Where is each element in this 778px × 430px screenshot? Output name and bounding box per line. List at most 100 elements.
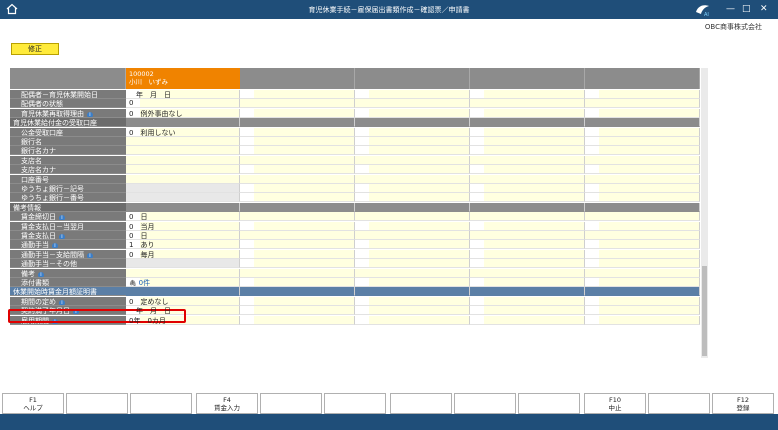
empty-cell[interactable] bbox=[470, 90, 585, 99]
function-key-button[interactable]: F1 ヘルプ bbox=[2, 393, 64, 414]
empty-cell[interactable] bbox=[585, 193, 700, 203]
empty-cell[interactable] bbox=[585, 240, 700, 250]
empty-cell[interactable] bbox=[355, 278, 470, 287]
empty-cell[interactable] bbox=[585, 90, 700, 99]
info-icon[interactable]: i bbox=[59, 299, 65, 305]
close-icon[interactable]: ✕ bbox=[760, 3, 768, 15]
empty-cell[interactable] bbox=[240, 137, 355, 146]
function-key-button[interactable] bbox=[518, 393, 580, 414]
empty-cell[interactable] bbox=[355, 146, 470, 156]
empty-cell[interactable] bbox=[355, 155, 470, 165]
function-key-button[interactable]: F12 登録 bbox=[712, 393, 774, 414]
empty-cell[interactable] bbox=[355, 259, 470, 269]
function-key-button[interactable] bbox=[454, 393, 516, 414]
empty-cell[interactable] bbox=[585, 306, 700, 316]
empty-cell[interactable] bbox=[240, 174, 355, 184]
empty-cell[interactable] bbox=[240, 184, 355, 193]
value-cell[interactable] bbox=[126, 174, 240, 184]
value-cell[interactable] bbox=[126, 165, 240, 175]
value-cell[interactable]: 0 毎月 bbox=[126, 249, 240, 259]
empty-cell[interactable] bbox=[470, 137, 585, 146]
empty-cell[interactable] bbox=[240, 212, 355, 222]
empty-cell[interactable] bbox=[240, 108, 355, 118]
empty-cell[interactable] bbox=[585, 315, 700, 325]
empty-cell[interactable] bbox=[585, 99, 700, 109]
function-key-button[interactable] bbox=[648, 393, 710, 414]
value-cell[interactable]: 0 日 bbox=[126, 212, 240, 222]
empty-cell[interactable] bbox=[585, 146, 700, 156]
empty-cell[interactable] bbox=[470, 108, 585, 118]
scroll-thumb[interactable] bbox=[702, 266, 707, 356]
empty-cell[interactable] bbox=[470, 315, 585, 325]
empty-cell[interactable] bbox=[240, 240, 355, 250]
function-key-button[interactable] bbox=[324, 393, 386, 414]
employee-header[interactable]: 100002 小川 いずみ bbox=[126, 68, 240, 89]
attachment-link[interactable]: 0件 bbox=[139, 279, 150, 286]
empty-cell[interactable] bbox=[585, 231, 700, 240]
function-key-button[interactable] bbox=[390, 393, 452, 414]
empty-cell[interactable] bbox=[585, 296, 700, 306]
empty-cell[interactable] bbox=[470, 155, 585, 165]
empty-cell[interactable] bbox=[470, 174, 585, 184]
empty-cell[interactable] bbox=[470, 193, 585, 203]
empty-cell[interactable] bbox=[240, 306, 355, 316]
empty-cell[interactable] bbox=[355, 268, 470, 278]
minimize-icon[interactable]: — bbox=[726, 3, 735, 15]
empty-cell[interactable] bbox=[240, 90, 355, 99]
empty-cell[interactable] bbox=[240, 127, 355, 137]
empty-cell[interactable] bbox=[355, 174, 470, 184]
info-icon[interactable]: i bbox=[59, 215, 65, 221]
edit-button[interactable]: 修正 bbox=[11, 43, 59, 55]
empty-cell[interactable] bbox=[585, 155, 700, 165]
empty-cell[interactable] bbox=[240, 193, 355, 203]
empty-cell[interactable] bbox=[470, 231, 585, 240]
value-cell[interactable] bbox=[126, 146, 240, 156]
empty-cell[interactable] bbox=[355, 296, 470, 306]
empty-cell[interactable] bbox=[355, 137, 470, 146]
function-key-button[interactable] bbox=[130, 393, 192, 414]
info-icon[interactable]: i bbox=[87, 111, 93, 117]
vertical-scrollbar[interactable] bbox=[701, 68, 708, 358]
empty-cell[interactable] bbox=[470, 184, 585, 193]
empty-cell[interactable] bbox=[355, 90, 470, 99]
empty-cell[interactable] bbox=[470, 278, 585, 287]
empty-cell[interactable] bbox=[585, 259, 700, 269]
empty-cell[interactable] bbox=[470, 212, 585, 222]
ai-assistant-icon[interactable]: AI bbox=[694, 3, 712, 18]
empty-cell[interactable] bbox=[240, 259, 355, 269]
empty-cell[interactable] bbox=[355, 108, 470, 118]
empty-cell[interactable] bbox=[470, 259, 585, 269]
value-cell[interactable]: 0 利用しない bbox=[126, 127, 240, 137]
empty-cell[interactable] bbox=[585, 165, 700, 175]
empty-cell[interactable] bbox=[585, 137, 700, 146]
function-key-button[interactable] bbox=[260, 393, 322, 414]
empty-cell[interactable] bbox=[470, 221, 585, 231]
empty-cell[interactable] bbox=[585, 268, 700, 278]
empty-cell[interactable] bbox=[355, 240, 470, 250]
empty-cell[interactable] bbox=[355, 306, 470, 316]
empty-cell[interactable] bbox=[240, 249, 355, 259]
empty-cell[interactable] bbox=[585, 174, 700, 184]
empty-cell[interactable] bbox=[470, 268, 585, 278]
empty-cell[interactable] bbox=[240, 278, 355, 287]
empty-cell[interactable] bbox=[355, 165, 470, 175]
empty-cell[interactable] bbox=[355, 99, 470, 109]
empty-cell[interactable] bbox=[240, 99, 355, 109]
empty-cell[interactable] bbox=[585, 108, 700, 118]
empty-cell[interactable] bbox=[355, 193, 470, 203]
info-icon[interactable]: i bbox=[38, 271, 44, 277]
empty-cell[interactable] bbox=[585, 127, 700, 137]
empty-cell[interactable] bbox=[240, 296, 355, 306]
empty-cell[interactable] bbox=[240, 268, 355, 278]
empty-cell[interactable] bbox=[355, 249, 470, 259]
empty-cell[interactable] bbox=[585, 221, 700, 231]
info-icon[interactable]: i bbox=[87, 252, 93, 258]
value-cell[interactable]: 0 定めなし bbox=[126, 296, 240, 306]
empty-cell[interactable] bbox=[355, 127, 470, 137]
value-cell[interactable]: 0 日 bbox=[126, 231, 240, 240]
empty-cell[interactable] bbox=[240, 315, 355, 325]
function-key-button[interactable] bbox=[66, 393, 128, 414]
value-cell[interactable]: 0 bbox=[126, 99, 240, 109]
function-key-button[interactable]: F10 中止 bbox=[584, 393, 646, 414]
empty-cell[interactable] bbox=[470, 99, 585, 109]
